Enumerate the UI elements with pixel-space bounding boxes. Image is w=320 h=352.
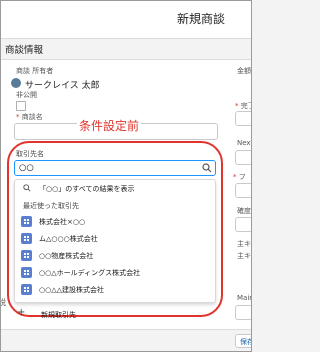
owner-label: 商談 所有者 [16, 67, 54, 75]
close-date-label-text: 完了 [240, 102, 251, 110]
annotation-circle [7, 141, 223, 317]
section-title: 商談情報 [5, 45, 44, 56]
forecast-label-2: 主キ [237, 252, 251, 260]
main-input[interactable] [235, 305, 251, 320]
section-header[interactable]: 商談情報 [1, 38, 251, 60]
plus-icon: + [17, 307, 26, 318]
probability-input[interactable] [235, 217, 251, 232]
phase-label-text: フ [238, 173, 246, 181]
private-label: 非公開 [16, 91, 37, 99]
modal-frame: 新規商談 商談情報 商談 所有者 サークレイス 太郎 非公開 * 商談名 金額 … [0, 0, 252, 352]
amount-label: 金額 [237, 67, 251, 75]
next-step-input[interactable] [235, 150, 251, 165]
forecast-label: 主キ [237, 240, 251, 248]
close-date-label: * 完了 [235, 101, 251, 111]
main-label: Main [237, 294, 251, 302]
probability-label: 確度 [237, 207, 251, 215]
next-step-label: Next [237, 139, 252, 147]
opp-name-label: * 商談名 [16, 112, 43, 122]
modal-header: 新規商談 [1, 1, 251, 37]
new-account-button[interactable]: + 新規取引先 [1, 307, 223, 323]
modal-footer: 保存 & 新 [1, 329, 251, 351]
opp-name-label-text: 商談名 [21, 113, 43, 121]
annotation-label: 条件設定前 [77, 117, 142, 134]
modal-title: 新規商談 [177, 12, 226, 26]
close-date-input[interactable] [235, 111, 251, 126]
avatar [11, 78, 21, 88]
phase-label: * フ [233, 172, 246, 182]
new-account-label: 新規取引先 [41, 311, 76, 319]
private-checkbox[interactable] [16, 101, 26, 111]
phase-select[interactable] [235, 183, 251, 198]
save-and-new-button[interactable]: 保存 & 新 [235, 334, 251, 348]
